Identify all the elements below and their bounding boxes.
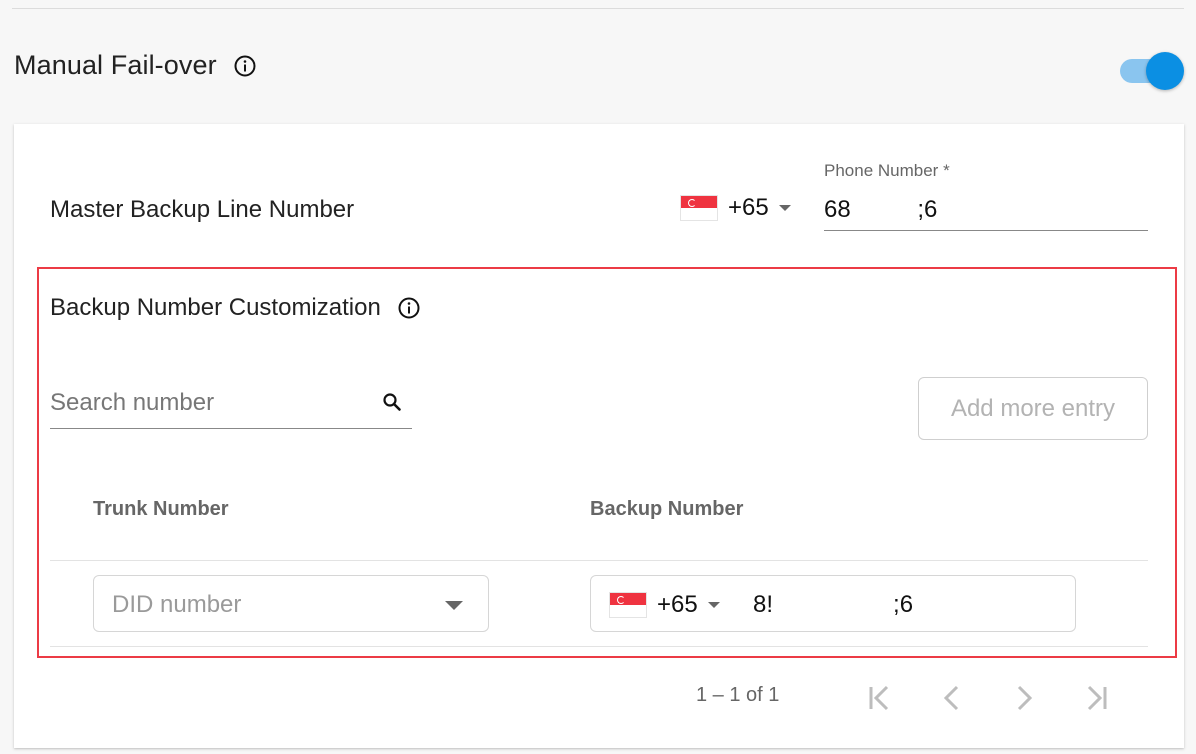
backup-number-field: +65 <box>590 575 1076 632</box>
section-header: Manual Fail-over <box>14 50 257 81</box>
search-field <box>50 384 412 429</box>
backup-country-select[interactable]: +65 <box>609 591 720 619</box>
master-country-select[interactable]: +65 <box>680 194 791 222</box>
add-more-entry-button[interactable]: Add more entry <box>918 377 1148 440</box>
trunk-number-header: Trunk Number <box>93 498 229 520</box>
toggle-thumb <box>1146 52 1184 90</box>
top-divider <box>12 8 1184 9</box>
did-number-select[interactable]: DID number <box>93 575 489 632</box>
customization-title: Backup Number Customization <box>50 294 381 321</box>
table-row-divider <box>50 646 1148 647</box>
search-icon[interactable] <box>380 390 404 414</box>
backup-country-code: +65 <box>657 591 698 618</box>
did-number-placeholder: DID number <box>112 591 242 618</box>
manual-failover-toggle[interactable] <box>1120 52 1184 90</box>
info-icon[interactable] <box>233 54 257 78</box>
prev-page-icon[interactable] <box>934 680 970 716</box>
phone-number-label: Phone Number * <box>824 161 950 180</box>
chevron-down-icon <box>707 602 720 608</box>
last-page-icon[interactable] <box>1078 680 1114 716</box>
chevron-down-icon <box>778 205 791 211</box>
table-header-divider <box>50 560 1148 561</box>
singapore-flag-icon <box>609 592 647 618</box>
singapore-flag-icon <box>680 195 718 221</box>
first-page-icon[interactable] <box>862 680 898 716</box>
pagination-range: 1 – 1 of 1 <box>696 684 780 706</box>
backup-number-header: Backup Number <box>590 498 744 520</box>
next-page-icon[interactable] <box>1006 680 1042 716</box>
master-backup-label: Master Backup Line Number <box>50 196 355 223</box>
section-title: Manual Fail-over <box>14 50 217 80</box>
search-input[interactable] <box>50 384 370 422</box>
master-country-code: +65 <box>728 194 769 221</box>
customization-header: Backup Number Customization <box>50 294 421 322</box>
backup-number-input[interactable] <box>753 591 1053 619</box>
phone-number-input[interactable] <box>824 190 1148 231</box>
info-icon[interactable] <box>397 296 421 320</box>
chevron-down-icon <box>445 601 463 610</box>
